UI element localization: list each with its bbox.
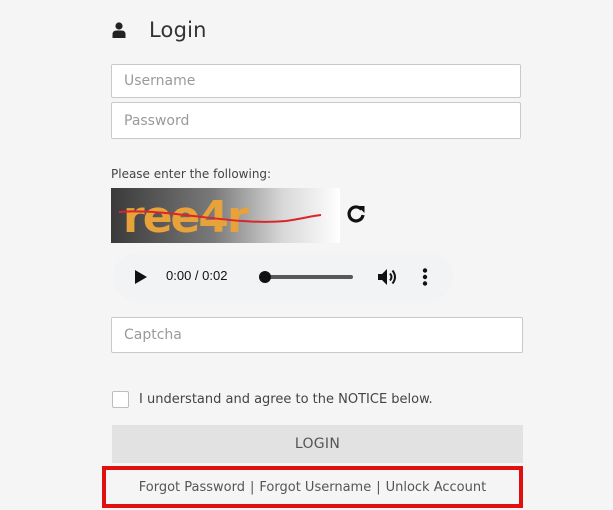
page-title: Login bbox=[149, 18, 207, 42]
user-icon bbox=[112, 22, 126, 38]
forgot-password-link[interactable]: Forgot Password bbox=[139, 480, 245, 495]
play-icon[interactable] bbox=[135, 270, 147, 284]
account-links: Forgot Password | Forgot Username | Unlock A… bbox=[139, 480, 486, 495]
account-links-highlight: Forgot Password | Forgot Username | Unlock A… bbox=[102, 466, 523, 508]
captcha-text: ree4r bbox=[123, 192, 249, 243]
refresh-icon[interactable] bbox=[345, 203, 367, 225]
more-vertical-icon[interactable] bbox=[422, 268, 428, 286]
agree-checkbox[interactable] bbox=[112, 391, 129, 408]
seek-thumb[interactable] bbox=[259, 271, 271, 283]
login-header: Login bbox=[112, 18, 207, 42]
captcha-image: ree4r bbox=[111, 188, 340, 243]
captcha-prompt: Please enter the following: bbox=[111, 167, 272, 181]
agree-row: I understand and agree to the NOTICE bel… bbox=[112, 391, 433, 408]
login-button[interactable]: LOGIN bbox=[112, 425, 523, 463]
login-panel: Login Please enter the following: ree4r bbox=[0, 0, 613, 510]
unlock-account-link[interactable]: Unlock Account bbox=[386, 480, 487, 495]
password-field[interactable] bbox=[111, 102, 521, 139]
audio-time: 0:00 / 0:02 bbox=[166, 268, 228, 283]
link-separator: | bbox=[376, 479, 381, 495]
audio-player[interactable]: 0:00 / 0:02 bbox=[113, 253, 453, 301]
captcha-field[interactable] bbox=[111, 317, 523, 353]
link-separator: | bbox=[250, 479, 255, 495]
audio-seek-slider[interactable] bbox=[259, 271, 353, 283]
forgot-username-link[interactable]: Forgot Username bbox=[259, 480, 371, 495]
agree-label: I understand and agree to the NOTICE bel… bbox=[139, 392, 433, 407]
username-field[interactable] bbox=[111, 64, 521, 98]
volume-icon[interactable] bbox=[378, 268, 398, 286]
